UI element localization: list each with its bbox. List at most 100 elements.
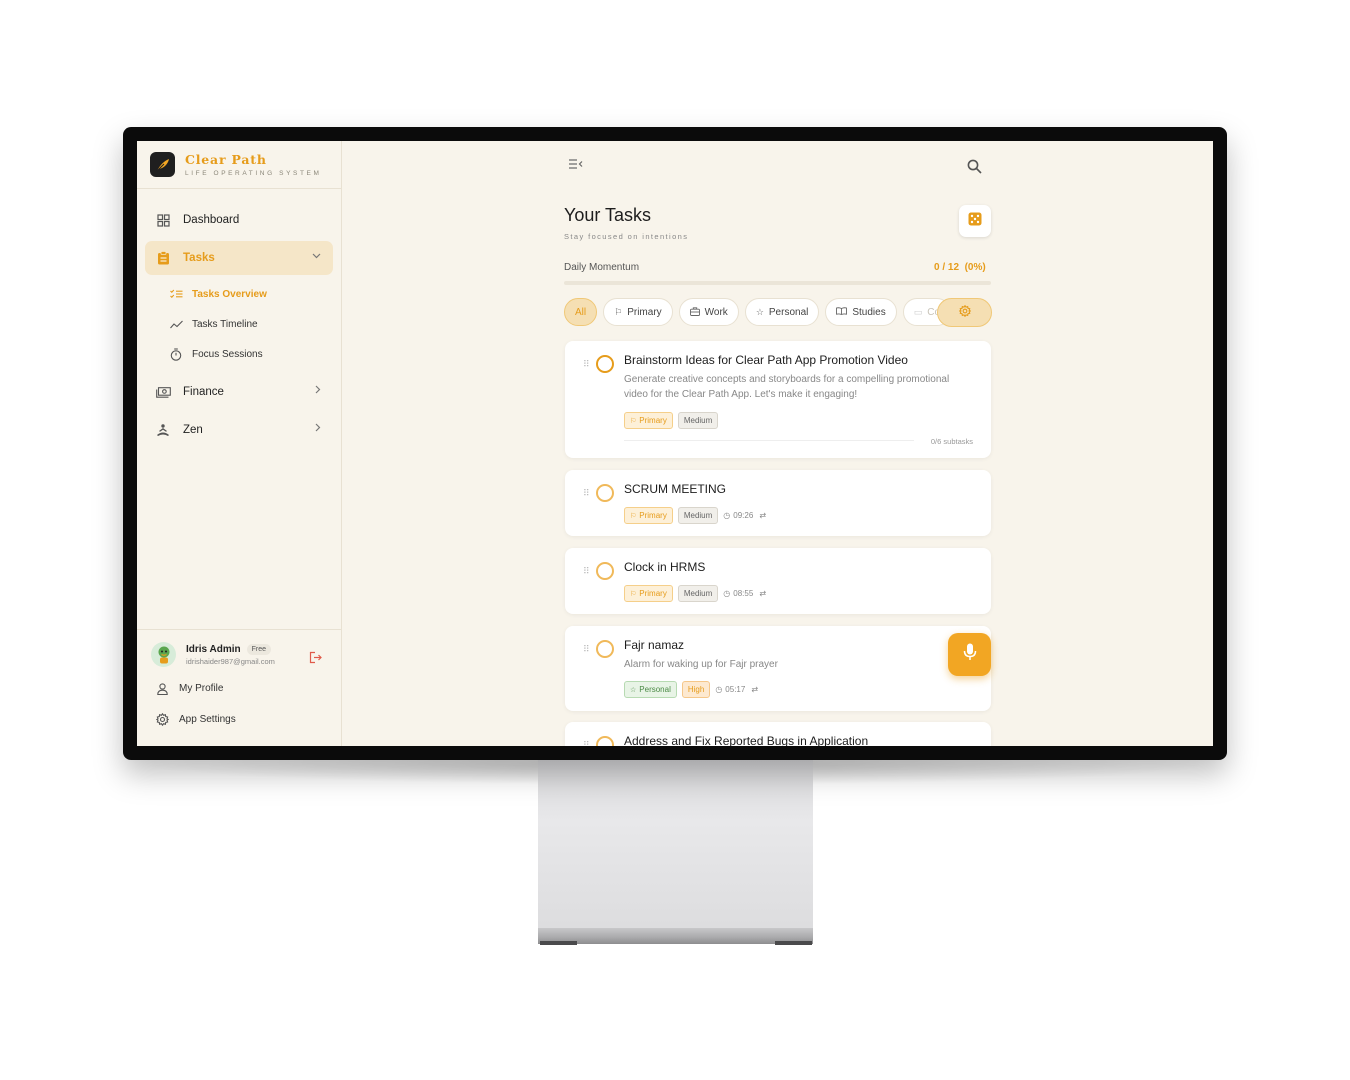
brand-tagline: LIFE OPERATING SYSTEM — [185, 170, 322, 177]
repeat-icon: ⇄ — [759, 589, 767, 598]
sidebar-item-label: Dashboard — [183, 214, 240, 226]
book-icon — [836, 307, 848, 317]
sidebar-item-zen[interactable]: Zen — [145, 413, 333, 447]
sidebar-item-dashboard[interactable]: Dashboard — [145, 203, 333, 237]
category-label: Personal — [639, 685, 671, 694]
gear-icon — [958, 304, 971, 322]
microphone-icon — [963, 643, 977, 666]
drag-handle-icon[interactable]: ⠿ — [583, 740, 590, 746]
monitor-stand — [538, 760, 813, 935]
time-label: 08:55 — [733, 589, 754, 598]
sidebar-subitem-focus-sessions[interactable]: Focus Sessions — [137, 339, 341, 369]
filter-label: All — [575, 306, 587, 318]
drag-handle-icon[interactable]: ⠿ — [583, 359, 590, 370]
clock-icon: ◷ — [723, 511, 731, 520]
drag-handle-icon[interactable]: ⠿ — [583, 488, 590, 499]
filter-chip-primary[interactable]: ⚐ Primary — [603, 298, 673, 326]
subitem-label: Tasks Timeline — [192, 318, 258, 330]
priority-tag: Medium — [677, 585, 719, 602]
momentum-progress-bar — [564, 281, 991, 285]
momentum-label: Daily Momentum — [564, 262, 640, 273]
menu-collapse-icon[interactable] — [568, 157, 583, 175]
task-description: Generate creative concepts and storyboar… — [624, 374, 950, 400]
filter-chip-work[interactable]: Work — [678, 298, 739, 326]
filter-chip-studies[interactable]: Studies — [825, 298, 897, 326]
filter-chip-personal[interactable]: ☆ Personal — [744, 298, 820, 326]
random-task-button[interactable] — [959, 205, 991, 237]
monitor-bezel: Clear Path LIFE OPERATING SYSTEM Dashboa… — [123, 127, 1227, 760]
category-label: Primary — [639, 511, 667, 520]
sidebar-subitem-tasks-timeline[interactable]: Tasks Timeline — [137, 309, 341, 339]
stand-foot-left — [540, 941, 577, 945]
subitem-label: Tasks Overview — [192, 288, 267, 300]
time-label: 09:26 — [733, 511, 754, 520]
sidebar-item-finance[interactable]: Finance — [145, 375, 333, 409]
category-label: Primary — [639, 589, 667, 598]
subitem-label: Focus Sessions — [192, 348, 263, 360]
category-tag: ⚐ Primary — [624, 585, 673, 602]
task-checkbox[interactable] — [596, 640, 614, 658]
sidebar-subitem-tasks-overview[interactable]: Tasks Overview — [137, 279, 341, 309]
cash-icon — [155, 384, 171, 400]
task-title: Fajr namaz — [624, 638, 685, 652]
voice-input-button[interactable] — [948, 633, 991, 676]
category-tag: ⚐ Primary — [624, 412, 673, 429]
task-title: Clock in HRMS — [624, 560, 706, 574]
page-title: Your Tasks — [564, 205, 652, 225]
subtasks-count: 0/6 subtasks — [930, 437, 973, 446]
flag-icon: ⚐ — [614, 306, 623, 317]
chevron-right-icon — [315, 423, 321, 435]
sidebar-footer: Idris Admin Free idrishaider987@gmail.co… — [137, 629, 342, 746]
brand[interactable]: Clear Path LIFE OPERATING SYSTEM — [137, 141, 341, 189]
task-checkbox[interactable] — [596, 484, 614, 502]
sidebar-item-label: Zen — [183, 424, 203, 436]
task-checkbox[interactable] — [596, 736, 614, 746]
task-card[interactable]: ⠿ Fajr namaz Alarm for waking up for Faj… — [565, 626, 991, 711]
sidebar-nav: Dashboard Tasks Tasks Overview Tasks Tim… — [137, 189, 341, 447]
search-icon[interactable] — [967, 159, 982, 179]
brand-name: Clear Path — [185, 152, 267, 167]
filter-settings-button[interactable] — [937, 298, 992, 327]
task-checkbox[interactable] — [596, 562, 614, 580]
task-card[interactable]: ⠿ Address and Fix Reported Bugs in Appli… — [565, 722, 991, 746]
filter-label: Studies — [852, 306, 886, 318]
my-profile-link[interactable]: My Profile — [137, 673, 342, 704]
time-label: 05:17 — [725, 685, 746, 694]
category-filter-bar: All ⚐ Primary Work ☆ Personal Studies ▭ … — [564, 298, 991, 328]
category-tag: ⚐ Primary — [624, 507, 673, 524]
repeat-icon: ⇄ — [759, 511, 767, 520]
sidebar-item-tasks[interactable]: Tasks — [145, 241, 333, 275]
task-card[interactable]: ⠿ SCRUM MEETING ⚐ Primary Medium ◷ 09:26 ⇄ — [565, 470, 991, 536]
clock-icon: ◷ — [723, 589, 731, 598]
monitor-stand-base — [538, 928, 813, 944]
sidebar: Clear Path LIFE OPERATING SYSTEM Dashboa… — [137, 141, 342, 746]
category-label: Primary — [639, 416, 667, 425]
checklist-icon — [169, 289, 183, 299]
filter-label: Personal — [768, 306, 809, 318]
star-icon: ☆ — [630, 686, 637, 694]
filter-chip-all[interactable]: All — [564, 298, 598, 326]
my-profile-label: My Profile — [179, 683, 224, 694]
timer-icon — [169, 347, 183, 361]
app-settings-link[interactable]: App Settings — [137, 704, 342, 735]
task-card[interactable]: ⠿ Brainstorm Ideas for Clear Path App Pr… — [565, 341, 991, 458]
drag-handle-icon[interactable]: ⠿ — [583, 566, 590, 577]
grid-icon — [155, 212, 171, 228]
gear-icon — [155, 713, 169, 726]
task-checkbox[interactable] — [596, 355, 614, 373]
stand-foot-right — [775, 941, 812, 945]
chevron-down-icon — [312, 251, 321, 262]
feather-logo-icon — [150, 152, 175, 177]
task-card[interactable]: ⠿ Clock in HRMS ⚐ Primary Medium ◷ 08:55 ⇄ — [565, 548, 991, 614]
dice-icon — [968, 212, 982, 231]
app-settings-label: App Settings — [179, 714, 236, 725]
user-profile-card[interactable]: Idris Admin Free idrishaider987@gmail.co… — [137, 630, 342, 667]
flag-icon: ⚐ — [630, 590, 637, 598]
priority-tag: Medium — [677, 412, 719, 429]
logout-icon[interactable] — [309, 651, 322, 669]
clipboard-icon — [155, 250, 171, 266]
drag-handle-icon[interactable]: ⠿ — [583, 644, 590, 655]
task-time: ◷ 09:26 ⇄ — [723, 511, 766, 520]
category-tag: ☆ Personal — [624, 681, 677, 698]
task-title: Address and Fix Reported Bugs in Applica… — [624, 734, 869, 746]
